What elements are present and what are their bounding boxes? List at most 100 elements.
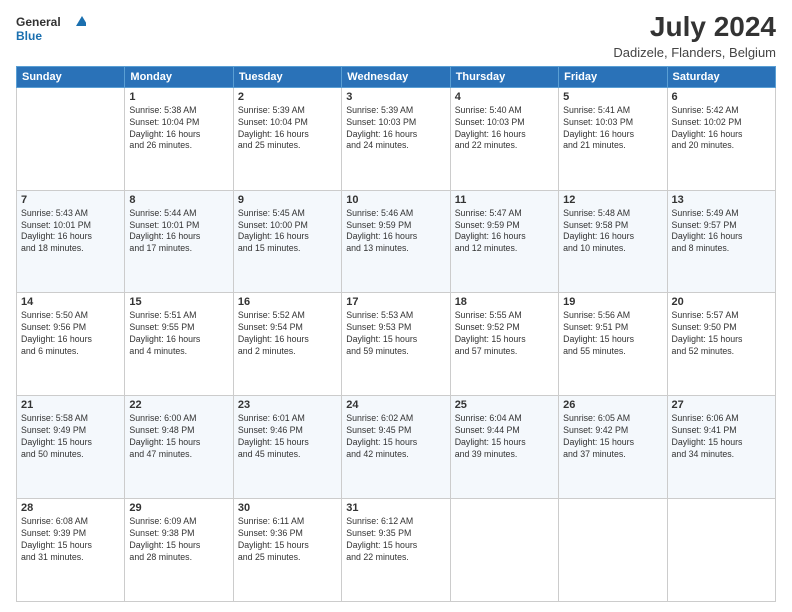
- cell-day-number: 10: [346, 194, 445, 206]
- title-block: July 2024 Dadizele, Flanders, Belgium: [613, 12, 776, 60]
- cell-day-info: Sunrise: 6:00 AMSunset: 9:48 PMDaylight:…: [129, 413, 228, 461]
- calendar-cell: 8 Sunrise: 5:44 AMSunset: 10:01 PMDayligh…: [125, 190, 233, 293]
- cell-day-info: Sunrise: 5:55 AMSunset: 9:52 PMDaylight:…: [455, 310, 554, 358]
- cell-day-info: Sunrise: 6:06 AMSunset: 9:41 PMDaylight:…: [672, 413, 771, 461]
- logo: General Blue: [16, 12, 86, 44]
- cell-day-number: 5: [563, 91, 662, 103]
- cell-day-info: Sunrise: 6:11 AMSunset: 9:36 PMDaylight:…: [238, 516, 337, 564]
- calendar-cell: 23 Sunrise: 6:01 AMSunset: 9:46 PMDayligh…: [233, 396, 341, 499]
- cell-day-number: 29: [129, 502, 228, 514]
- page: General Blue July 2024 Dadizele, Flander…: [0, 0, 792, 612]
- svg-text:General: General: [16, 15, 61, 29]
- calendar-cell: 5Sunrise: 5:41 AMSunset: 10:03 PMDayligh…: [559, 87, 667, 190]
- col-sunday: Sunday: [17, 66, 125, 87]
- cell-day-number: 2: [238, 91, 337, 103]
- calendar-cell: 26 Sunrise: 6:05 AMSunset: 9:42 PMDayligh…: [559, 396, 667, 499]
- cell-day-number: 12: [563, 194, 662, 206]
- calendar-cell: 6 Sunrise: 5:42 AMSunset: 10:02 PMDayligh…: [667, 87, 775, 190]
- calendar-cell: 17 Sunrise: 5:53 AMSunset: 9:53 PMDayligh…: [342, 293, 450, 396]
- calendar-cell: 28 Sunrise: 6:08 AMSunset: 9:39 PMDayligh…: [17, 499, 125, 602]
- cell-day-number: 21: [21, 399, 120, 411]
- calendar-cell: 4 Sunrise: 5:40 AMSunset: 10:03 PMDayligh…: [450, 87, 558, 190]
- cell-day-info: Sunrise: 6:05 AMSunset: 9:42 PMDaylight:…: [563, 413, 662, 461]
- calendar-cell: 15 Sunrise: 5:51 AMSunset: 9:55 PMDayligh…: [125, 293, 233, 396]
- cell-day-number: 18: [455, 296, 554, 308]
- cell-day-number: 13: [672, 194, 771, 206]
- cell-day-number: 3: [346, 91, 445, 103]
- cell-day-info: Sunrise: 5:44 AMSunset: 10:01 PMDaylight…: [129, 208, 228, 256]
- cell-day-number: 4: [455, 91, 554, 103]
- cell-day-info: Sunrise: 6:02 AMSunset: 9:45 PMDaylight:…: [346, 413, 445, 461]
- cell-day-info: Sunrise: 5:57 AMSunset: 9:50 PMDaylight:…: [672, 310, 771, 358]
- cell-day-info: Sunrise: 5:53 AMSunset: 9:53 PMDaylight:…: [346, 310, 445, 358]
- calendar-cell: 11 Sunrise: 5:47 AMSunset: 9:59 PMDayligh…: [450, 190, 558, 293]
- cell-day-number: 28: [21, 502, 120, 514]
- calendar-cell: 2 Sunrise: 5:39 AMSunset: 10:04 PMDayligh…: [233, 87, 341, 190]
- calendar-cell: 21 Sunrise: 5:58 AMSunset: 9:49 PMDayligh…: [17, 396, 125, 499]
- cell-day-info: Sunrise: 5:42 AMSunset: 10:02 PMDaylight…: [672, 105, 771, 153]
- calendar-cell: 14Sunrise: 5:50 AMSunset: 9:56 PMDayligh…: [17, 293, 125, 396]
- calendar-week-1: 1Sunrise: 5:38 AMSunset: 10:04 PMDayligh…: [17, 87, 776, 190]
- cell-day-number: 17: [346, 296, 445, 308]
- cell-day-info: Sunrise: 5:39 AMSunset: 10:04 PMDaylight…: [238, 105, 337, 153]
- calendar-cell: 29 Sunrise: 6:09 AMSunset: 9:38 PMDayligh…: [125, 499, 233, 602]
- cell-day-info: Sunrise: 5:52 AMSunset: 9:54 PMDaylight:…: [238, 310, 337, 358]
- calendar-cell: 27 Sunrise: 6:06 AMSunset: 9:41 PMDayligh…: [667, 396, 775, 499]
- calendar-cell: 10Sunrise: 5:46 AMSunset: 9:59 PMDayligh…: [342, 190, 450, 293]
- calendar-cell: [559, 499, 667, 602]
- calendar-table: Sunday Monday Tuesday Wednesday Thursday…: [16, 66, 776, 602]
- cell-day-number: 27: [672, 399, 771, 411]
- cell-day-number: 23: [238, 399, 337, 411]
- cell-day-number: 9: [238, 194, 337, 206]
- calendar-subtitle: Dadizele, Flanders, Belgium: [613, 45, 776, 60]
- calendar-cell: [667, 499, 775, 602]
- cell-day-info: Sunrise: 5:47 AMSunset: 9:59 PMDaylight:…: [455, 208, 554, 256]
- calendar-cell: 19Sunrise: 5:56 AMSunset: 9:51 PMDayligh…: [559, 293, 667, 396]
- calendar-cell: 16Sunrise: 5:52 AMSunset: 9:54 PMDayligh…: [233, 293, 341, 396]
- calendar-body: 1Sunrise: 5:38 AMSunset: 10:04 PMDayligh…: [17, 87, 776, 601]
- calendar-cell: 30 Sunrise: 6:11 AMSunset: 9:36 PMDayligh…: [233, 499, 341, 602]
- cell-day-number: 14: [21, 296, 120, 308]
- cell-day-info: Sunrise: 5:40 AMSunset: 10:03 PMDaylight…: [455, 105, 554, 153]
- cell-day-number: 11: [455, 194, 554, 206]
- col-monday: Monday: [125, 66, 233, 87]
- calendar-week-5: 28 Sunrise: 6:08 AMSunset: 9:39 PMDayligh…: [17, 499, 776, 602]
- cell-day-number: 26: [563, 399, 662, 411]
- cell-day-number: 24: [346, 399, 445, 411]
- cell-day-info: Sunrise: 6:08 AMSunset: 9:39 PMDaylight:…: [21, 516, 120, 564]
- calendar-cell: 24 Sunrise: 6:02 AMSunset: 9:45 PMDayligh…: [342, 396, 450, 499]
- header-row: Sunday Monday Tuesday Wednesday Thursday…: [17, 66, 776, 87]
- col-thursday: Thursday: [450, 66, 558, 87]
- cell-day-number: 20: [672, 296, 771, 308]
- cell-day-number: 6: [672, 91, 771, 103]
- col-wednesday: Wednesday: [342, 66, 450, 87]
- cell-day-number: 22: [129, 399, 228, 411]
- cell-day-number: 31: [346, 502, 445, 514]
- cell-day-info: Sunrise: 6:12 AMSunset: 9:35 PMDaylight:…: [346, 516, 445, 564]
- cell-day-info: Sunrise: 6:09 AMSunset: 9:38 PMDaylight:…: [129, 516, 228, 564]
- cell-day-number: 25: [455, 399, 554, 411]
- calendar-cell: 3 Sunrise: 5:39 AMSunset: 10:03 PMDayligh…: [342, 87, 450, 190]
- cell-day-info: Sunrise: 5:39 AMSunset: 10:03 PMDaylight…: [346, 105, 445, 153]
- logo-svg: General Blue: [16, 12, 86, 44]
- cell-day-info: Sunrise: 5:38 AMSunset: 10:04 PMDaylight…: [129, 105, 228, 153]
- calendar-cell: 20 Sunrise: 5:57 AMSunset: 9:50 PMDayligh…: [667, 293, 775, 396]
- calendar-cell: 12Sunrise: 5:48 AMSunset: 9:58 PMDayligh…: [559, 190, 667, 293]
- calendar-cell: 9Sunrise: 5:45 AMSunset: 10:00 PMDayligh…: [233, 190, 341, 293]
- cell-day-info: Sunrise: 5:43 AMSunset: 10:01 PMDaylight…: [21, 208, 120, 256]
- cell-day-number: 8: [129, 194, 228, 206]
- cell-day-number: 15: [129, 296, 228, 308]
- calendar-cell: 1Sunrise: 5:38 AMSunset: 10:04 PMDayligh…: [125, 87, 233, 190]
- header: General Blue July 2024 Dadizele, Flander…: [16, 12, 776, 60]
- cell-day-info: Sunrise: 5:51 AMSunset: 9:55 PMDaylight:…: [129, 310, 228, 358]
- cell-day-info: Sunrise: 5:58 AMSunset: 9:49 PMDaylight:…: [21, 413, 120, 461]
- calendar-cell: [17, 87, 125, 190]
- calendar-week-2: 7Sunrise: 5:43 AMSunset: 10:01 PMDayligh…: [17, 190, 776, 293]
- cell-day-info: Sunrise: 6:01 AMSunset: 9:46 PMDaylight:…: [238, 413, 337, 461]
- cell-day-info: Sunrise: 5:56 AMSunset: 9:51 PMDaylight:…: [563, 310, 662, 358]
- calendar-cell: 31 Sunrise: 6:12 AMSunset: 9:35 PMDayligh…: [342, 499, 450, 602]
- calendar-week-3: 14Sunrise: 5:50 AMSunset: 9:56 PMDayligh…: [17, 293, 776, 396]
- cell-day-number: 30: [238, 502, 337, 514]
- calendar-week-4: 21 Sunrise: 5:58 AMSunset: 9:49 PMDayligh…: [17, 396, 776, 499]
- col-saturday: Saturday: [667, 66, 775, 87]
